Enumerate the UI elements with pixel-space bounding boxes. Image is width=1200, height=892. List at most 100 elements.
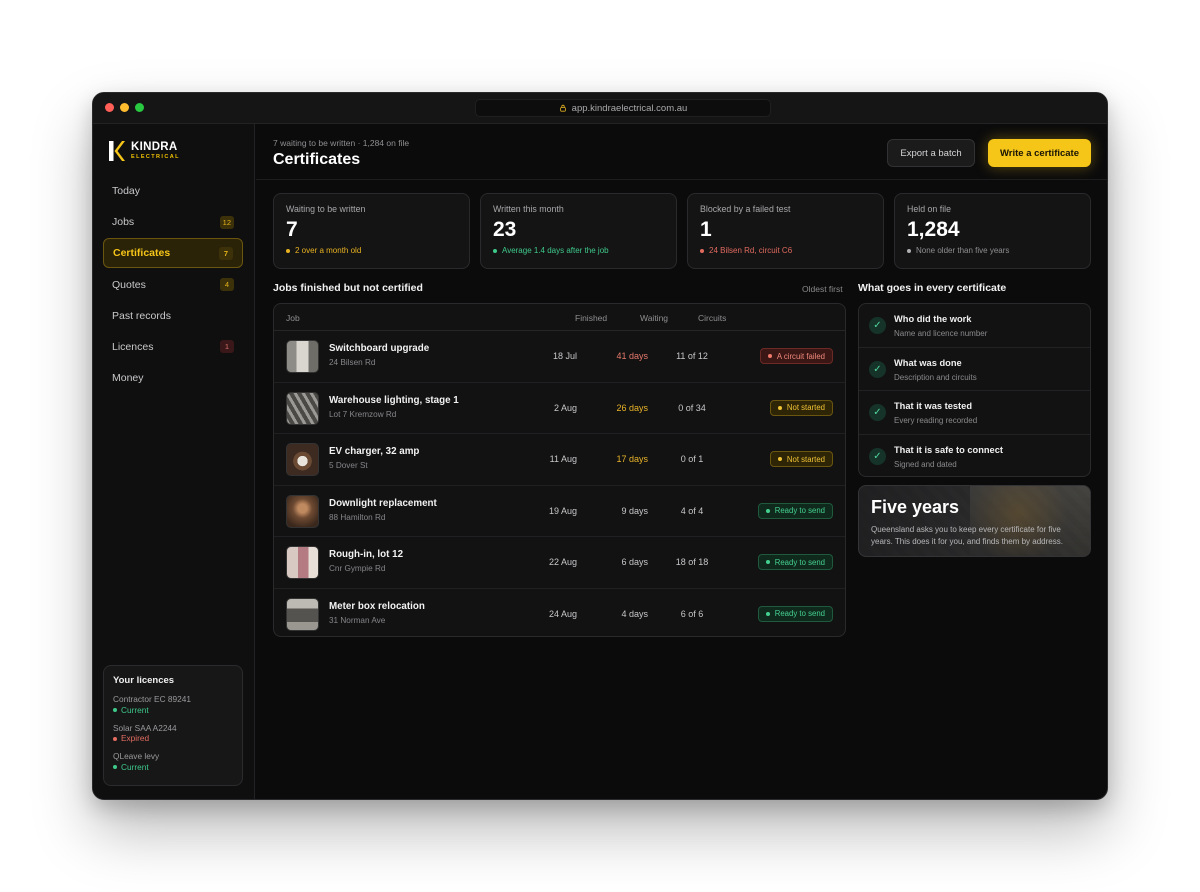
- job-name: Warehouse lighting, stage 1: [329, 394, 459, 406]
- licence-status-text: Expired: [121, 733, 150, 744]
- checklist-item: ✓ That it was tested Every reading recor…: [859, 391, 1090, 435]
- count-badge: 12: [219, 215, 234, 229]
- check-icon: ✓: [869, 404, 886, 421]
- sidebar-nav: Today Jobs 12 Certificates 7 Quotes 4 Pa…: [103, 176, 243, 394]
- table-header: Job Finished Waiting Circuits: [274, 304, 845, 331]
- certificate-checklist: ✓ Who did the work Name and licence numb…: [858, 303, 1091, 477]
- maximize-window-button[interactable]: [135, 103, 144, 112]
- checklist-item-title: Who did the work: [894, 314, 972, 324]
- table-row[interactable]: EV charger, 32 amp 5 Dover St 11 Aug 17 …: [274, 434, 845, 486]
- job-thumbnail: [286, 340, 319, 373]
- table-row[interactable]: Switchboard upgrade 24 Bilsen Rd 18 Jul …: [274, 331, 845, 383]
- sidebar-item-jobs[interactable]: Jobs 12: [103, 207, 243, 237]
- checklist-item-subtitle: Signed and dated: [894, 459, 957, 469]
- status-dot: [777, 405, 782, 410]
- licence-status: Current: [113, 762, 233, 773]
- sidebar-item-past-records[interactable]: Past records: [103, 301, 243, 331]
- status-badge-label: Ready to send: [774, 557, 825, 567]
- licences-panel[interactable]: Your licences Contractor EC 89241 Curren…: [103, 665, 243, 786]
- column-header-waiting[interactable]: Waiting: [640, 313, 668, 323]
- stat-card-written[interactable]: Written this month 23 Average 1.4 days a…: [480, 193, 677, 269]
- stat-card-waiting[interactable]: Waiting to be written 7 2 over a month o…: [273, 193, 470, 269]
- status-dot: [907, 248, 911, 253]
- page-header: 7 waiting to be written · 1,284 on file …: [256, 124, 1107, 180]
- lock-icon: [559, 104, 566, 112]
- check-icon: ✓: [869, 360, 886, 378]
- write-certificate-button[interactable]: Write a certificate: [988, 139, 1091, 167]
- close-window-button[interactable]: [105, 103, 114, 112]
- address-bar[interactable]: app.kindraelectrical.com.au: [475, 99, 771, 117]
- stat-card-blocked[interactable]: Blocked by a failed test 1 24 Bilsen Rd,…: [687, 193, 884, 269]
- status-badge-label: Ready to send: [774, 609, 825, 618]
- sidebar-item-label: Past records: [112, 309, 171, 322]
- status-badge-label: Not started: [786, 403, 825, 412]
- sidebar-item-label: Jobs: [112, 216, 135, 229]
- column-header-job[interactable]: Job: [286, 313, 300, 323]
- job-finished-date: 18 Jul: [552, 351, 577, 361]
- status-dot: [286, 248, 290, 253]
- job-thumbnail: [286, 494, 319, 528]
- stat-value: 1: [700, 218, 712, 241]
- column-header-finished[interactable]: Finished: [575, 313, 607, 323]
- status-dot: [113, 736, 117, 741]
- job-address: 31 Norman Ave: [329, 615, 386, 625]
- status-dot: [777, 457, 782, 461]
- status-dot: [113, 765, 117, 770]
- stat-value: 23: [493, 218, 517, 241]
- stat-note-text: 2 over a month old: [295, 246, 362, 256]
- job-waiting-time: 17 days: [616, 454, 648, 464]
- sort-dropdown[interactable]: Oldest first: [802, 284, 843, 294]
- status-dot: [493, 248, 497, 253]
- stat-label: Held on file: [907, 204, 952, 214]
- sidebar-item-label: Quotes: [112, 278, 146, 291]
- job-address: Lot 7 Kremzow Rd: [329, 409, 397, 419]
- job-thumbnail: [286, 597, 319, 631]
- job-circuits: 18 of 18: [675, 557, 709, 567]
- licence-name: Solar SAA A2244: [113, 722, 177, 733]
- job-waiting-time: 9 days: [621, 505, 648, 516]
- status-badge: Not started: [769, 451, 833, 467]
- job-name: Downlight replacement: [329, 497, 437, 509]
- stat-card-held[interactable]: Held on file 1,284 None older than five …: [894, 193, 1091, 269]
- job-circuits: 0 of 34: [678, 402, 706, 413]
- five-years-promo-card[interactable]: Five years Queensland asks you to keep e…: [858, 485, 1091, 557]
- check-icon: ✓: [869, 317, 886, 334]
- licence-item: Solar SAA A2244 Expired: [113, 723, 233, 745]
- sidebar-item-label: Money: [112, 372, 144, 385]
- table-row[interactable]: Warehouse lighting, stage 1 Lot 7 Kremzo…: [274, 383, 845, 434]
- job-finished-date: 2 Aug: [553, 402, 577, 413]
- table-row[interactable]: Downlight replacement 88 Hamilton Rd 19 …: [274, 486, 845, 537]
- status-dot: [113, 708, 117, 713]
- licence-status: Expired: [113, 733, 233, 744]
- browser-titlebar: app.kindraelectrical.com.au: [93, 93, 1107, 124]
- sidebar: KINDRA ELECTRICAL Today Jobs 12 Certific…: [93, 124, 255, 799]
- table-row[interactable]: Meter box relocation 31 Norman Ave 24 Au…: [274, 589, 845, 637]
- checklist-item: ✓ What was done Description and circuits: [859, 348, 1090, 391]
- sidebar-item-label: Licences: [112, 340, 154, 353]
- stat-note-text: Average 1.4 days after the job: [502, 246, 609, 256]
- job-circuits: 11 of 12: [676, 351, 708, 361]
- sidebar-item-certificates[interactable]: Certificates 7: [103, 238, 243, 269]
- status-dot: [767, 354, 772, 358]
- sidebar-item-today[interactable]: Today: [103, 176, 243, 206]
- brand-subtitle: ELECTRICAL: [131, 154, 180, 160]
- minimize-window-button[interactable]: [120, 103, 129, 112]
- column-header-circuits[interactable]: Circuits: [698, 313, 726, 323]
- sidebar-item-licences[interactable]: Licences 1: [103, 332, 243, 362]
- job-waiting-time: 26 days: [616, 402, 648, 413]
- status-badge-label: Not started: [786, 454, 825, 464]
- table-row[interactable]: Rough-in, lot 12 Cnr Gympie Rd 22 Aug 6 …: [274, 537, 845, 589]
- sidebar-item-quotes[interactable]: Quotes 4: [103, 270, 243, 300]
- stat-note: None older than five years: [907, 246, 1078, 255]
- job-thumbnail: [286, 443, 319, 476]
- check-icon: ✓: [869, 447, 886, 465]
- brand-logo[interactable]: KINDRA ELECTRICAL: [109, 141, 180, 161]
- job-address: Cnr Gympie Rd: [329, 564, 386, 573]
- job-thumbnail: [286, 546, 319, 579]
- sidebar-item-money[interactable]: Money: [103, 363, 243, 393]
- status-badge: Ready to send: [757, 605, 833, 622]
- job-finished-date: 22 Aug: [548, 557, 577, 567]
- job-address: 88 Hamilton Rd: [329, 512, 386, 522]
- export-batch-button[interactable]: Export a batch: [887, 139, 975, 167]
- licence-name: QLeave levy: [113, 751, 160, 762]
